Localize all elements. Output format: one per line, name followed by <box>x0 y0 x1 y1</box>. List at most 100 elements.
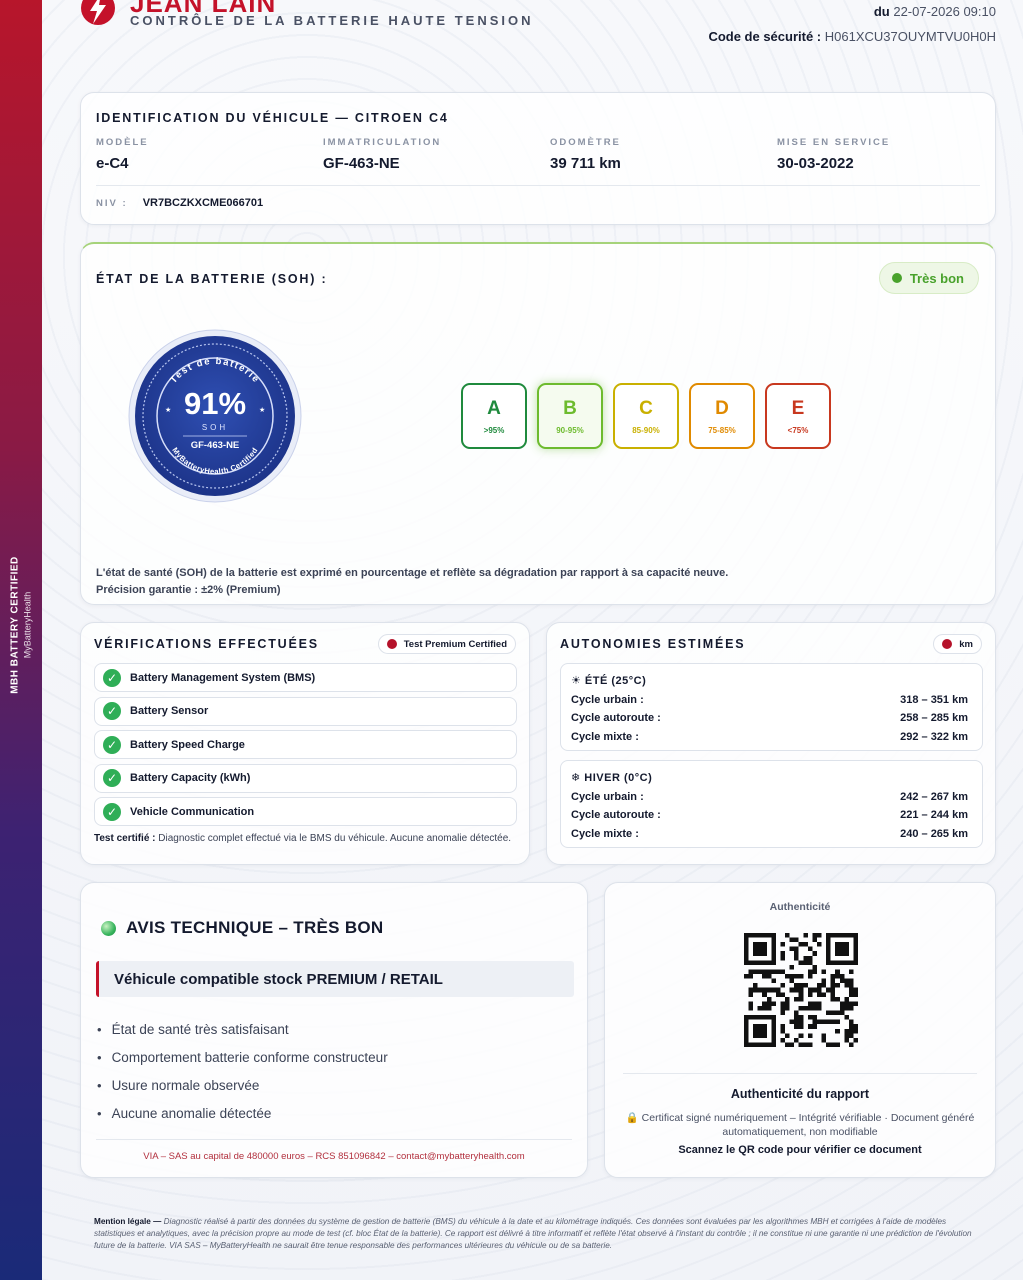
range-label: Cycle urbain : <box>571 791 644 803</box>
security-code: Code de sécurité : H061XCU37OUYMTVU0H0H <box>708 29 996 44</box>
divider <box>623 1073 977 1074</box>
check-icon: ✓ <box>103 702 121 720</box>
check-label: Battery Speed Charge <box>130 738 245 751</box>
authenticity-card: Authenticité Authenticité du rapport 🔒 C… <box>604 882 996 1178</box>
svg-text:★: ★ <box>165 406 171 414</box>
summer-range-box: ☀ ÉTÉ (25°C) Cycle urbain : 318 – 351 km… <box>560 663 983 751</box>
qr-code[interactable] <box>744 933 858 1047</box>
company-footer: VIA – SAS au capital de 480000 euros – R… <box>143 1151 525 1162</box>
grade-letter: E <box>791 397 805 419</box>
report-date-label: du <box>873 4 890 19</box>
range-row: Cycle mixte : 292 – 322 km <box>571 731 968 743</box>
side-line-2: MyBatteryHealth <box>22 591 33 659</box>
list-item: Aucune anomalie détectée <box>97 1099 388 1127</box>
range-value: 221 – 244 km <box>900 809 968 821</box>
check-label: Battery Management System (BMS) <box>130 671 316 684</box>
grade-a: A >95% <box>461 383 527 449</box>
list-item: ✓ Battery Management System (BMS) <box>94 663 517 692</box>
field-label: ODOMÈTRE <box>550 137 621 148</box>
report-date: du 22-07-2026 09:10 <box>874 4 996 19</box>
notice-bullets: État de santé très satisfaisant Comporte… <box>97 1015 388 1127</box>
security-code-label: Code de sécurité : <box>708 29 822 44</box>
seal-plate: GF-463-NE <box>191 440 240 451</box>
battery-title: ÉTAT DE LA BATTERIE (SOH) : <box>96 272 328 286</box>
list-item: Usure normale observée <box>97 1071 388 1099</box>
check-icon: ✓ <box>103 769 121 787</box>
seal-unit-label: SOH <box>202 423 228 432</box>
divider <box>96 185 980 186</box>
field-value: e-C4 <box>96 155 129 172</box>
vehicle-field-service-date: MISE EN SERVICE 30-03-2022 <box>777 137 890 172</box>
brand-logo-icon <box>81 0 115 25</box>
vehicle-title: IDENTIFICATION DU VÉHICULE — CITROEN C4 <box>96 111 449 125</box>
grade-letter: D <box>715 397 729 419</box>
soh-precision: Précision garantie : ±2% (Premium) <box>96 584 281 596</box>
grade-letter: B <box>563 397 577 419</box>
vin-row: NIV : VR7BCZKXCME066701 <box>96 197 263 209</box>
list-item: ✓ Battery Capacity (kWh) <box>94 763 517 793</box>
range-label: Cycle mixte : <box>571 828 639 840</box>
authenticity-title: Authenticité du rapport <box>730 1087 870 1101</box>
list-item: État de santé très satisfaisant <box>97 1015 388 1043</box>
checks-note: Test certifié : Diagnostic complet effec… <box>94 833 514 845</box>
vehicle-field-model: MODÈLE e-C4 <box>96 137 149 172</box>
report-date-value: 22-07-2026 09:10 <box>893 4 996 19</box>
check-label: Vehicle Communication <box>130 805 255 818</box>
field-value: 39 711 km <box>550 155 621 172</box>
grade-e: E <75% <box>765 383 831 449</box>
badge-dot-icon <box>386 639 397 649</box>
vin-value: VR7BCZKXCME066701 <box>142 197 264 209</box>
soh-seal: Test de batterie 91% SOH GF-463-NE MyBat… <box>128 329 302 503</box>
brand-subtitle: CONTRÔLE DE LA BATTERIE HAUTE TENSION <box>130 13 534 28</box>
divider <box>96 1139 572 1140</box>
vehicle-card: IDENTIFICATION DU VÉHICULE — CITROEN C4 … <box>80 92 996 225</box>
badge-dot-icon <box>942 639 953 649</box>
range-row: Cycle urbain : 242 – 267 km <box>571 791 968 803</box>
checks-note-text: Diagnostic complet effectué via le BMS d… <box>158 833 512 844</box>
legal-text: Diagnostic réalisé à partir des données … <box>94 1217 972 1250</box>
autonomy-card: AUTONOMIES ESTIMÉES km ☀ ÉTÉ (25°C) Cycl… <box>546 622 996 865</box>
grade-d: D 75-85% <box>689 383 755 449</box>
range-label: Cycle mixte : <box>571 731 639 743</box>
compatibility-banner: Véhicule compatible stock PREMIUM / RETA… <box>96 961 574 997</box>
list-item: Comportement batterie conforme construct… <box>97 1043 388 1071</box>
status-dot-icon <box>891 273 902 283</box>
grade-letter: C <box>639 397 653 419</box>
list-item: ✓ Battery Speed Charge <box>94 730 517 759</box>
security-code-value: H061XCU37OUYMTVU0H0H <box>824 29 996 44</box>
range-value: 292 – 322 km <box>900 731 968 743</box>
unit-badge: km <box>933 634 982 654</box>
field-label: IMMATRICULATION <box>323 137 442 148</box>
field-label: MISE EN SERVICE <box>777 137 891 148</box>
check-list: ✓ Battery Management System (BMS) ✓ Batt… <box>94 663 517 831</box>
soh-description: L'état de santé (SOH) de la batterie est… <box>96 567 729 579</box>
field-value: 30-03-2022 <box>777 155 854 172</box>
range-row: Cycle mixte : 240 – 265 km <box>571 828 968 840</box>
range-label: Cycle autoroute : <box>571 809 661 821</box>
grade-range: 90-95% <box>556 425 584 435</box>
winter-title: ❄ HIVER (0°C) <box>571 772 653 784</box>
grade-range: 85-90% <box>632 425 660 435</box>
notice-title-text: AVIS TECHNIQUE – TRÈS BON <box>126 918 384 937</box>
checks-note-label: Test certifié : <box>94 833 156 844</box>
premium-badge-text: Test Premium Certified <box>403 638 507 650</box>
svg-text:★: ★ <box>259 406 265 414</box>
autonomy-title: AUTONOMIES ESTIMÉES <box>560 637 746 651</box>
authenticity-description: 🔒 Certificat signé numériquement – Intég… <box>625 1112 975 1138</box>
list-item: ✓ Battery Sensor <box>94 696 517 726</box>
premium-badge: Test Premium Certified <box>377 634 516 654</box>
grade-letter: A <box>487 397 501 419</box>
scan-instruction: Scannez le QR code pour vérifier ce docu… <box>678 1144 922 1156</box>
check-label: Battery Sensor <box>130 705 209 717</box>
field-value: GF-463-NE <box>323 155 400 172</box>
range-label: Cycle autoroute : <box>571 712 661 724</box>
grade-range: <75% <box>787 425 809 435</box>
grade-range: >95% <box>483 425 505 435</box>
winter-range-box: ❄ HIVER (0°C) Cycle urbain : 242 – 267 k… <box>560 760 983 848</box>
vin-label: NIV : <box>96 198 128 209</box>
battery-card: ÉTAT DE LA BATTERIE (SOH) : Très bon Tes… <box>80 242 996 605</box>
technical-notice-card: AVIS TECHNIQUE – TRÈS BON Véhicule compa… <box>80 882 588 1178</box>
unit-badge-text: km <box>959 638 973 650</box>
vehicle-field-registration: IMMATRICULATION GF-463-NE <box>323 137 441 172</box>
range-row: Cycle autoroute : 221 – 244 km <box>571 809 968 821</box>
